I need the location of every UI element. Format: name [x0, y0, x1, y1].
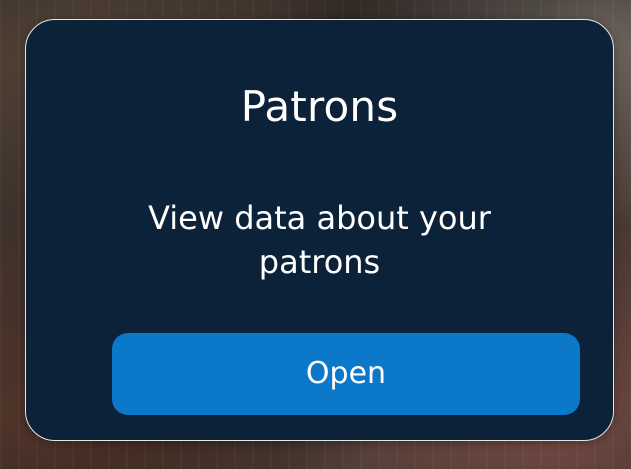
- open-button[interactable]: Open: [112, 333, 580, 415]
- card-title: Patrons: [240, 82, 399, 131]
- card-description: View data about your patrons: [148, 199, 491, 281]
- patrons-card: Patrons View data about your patrons Ope…: [25, 19, 614, 441]
